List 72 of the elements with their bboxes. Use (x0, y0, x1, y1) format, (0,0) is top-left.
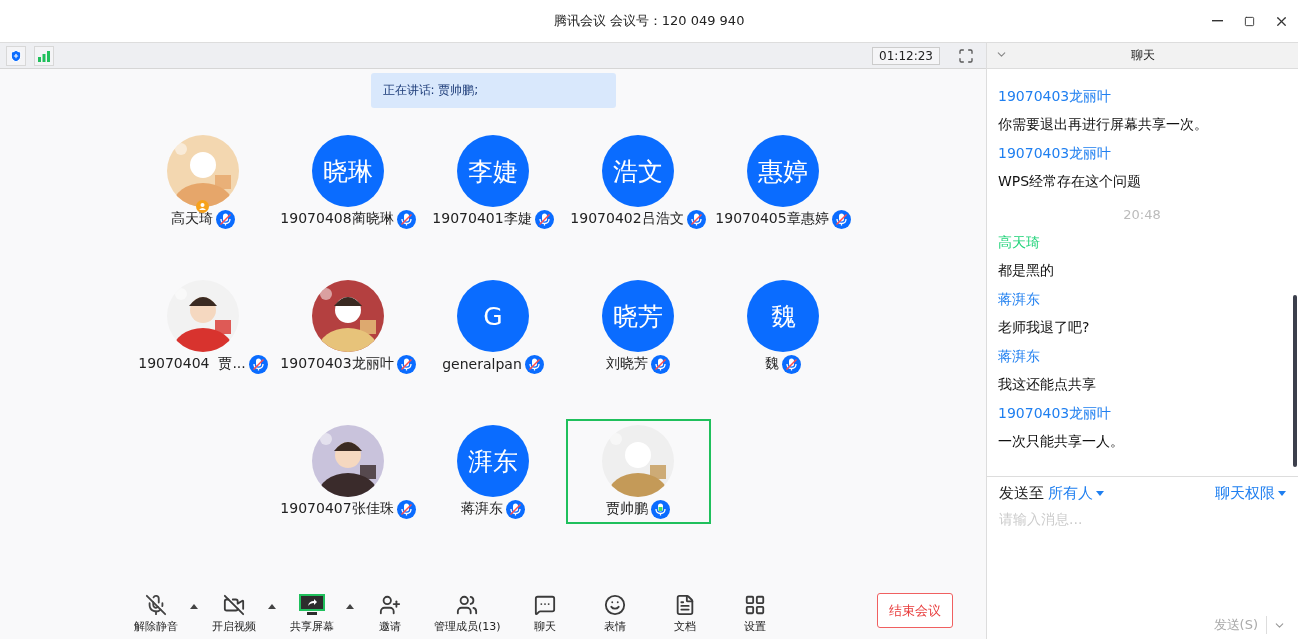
security-button[interactable] (6, 45, 26, 66)
message-text: WPS经常存在这个问题 (998, 172, 1143, 191)
participant-name: 19070401李婕 (432, 210, 532, 228)
participant-name: 刘晓芳 (606, 355, 648, 373)
add-user-icon (379, 593, 401, 616)
recipient-dropdown[interactable]: 所有人 (1048, 483, 1104, 503)
window-title: 腾讯会议 会议号：120 049 940 (553, 12, 745, 30)
message-text: 我这还能点共享 (998, 375, 1097, 394)
chat-icon (533, 593, 556, 616)
fullscreen-button[interactable] (958, 47, 974, 64)
participant-name: 19070407张佳珠 (280, 500, 394, 518)
participant-name: 19070405章惠婷 (715, 210, 829, 228)
camera-off-icon (223, 593, 245, 616)
avatar: 惠婷 (747, 135, 819, 207)
screen-share-icon (299, 593, 325, 616)
participant-name: 19070403龙丽叶 (280, 355, 394, 373)
message-sender: 蒋湃东 (998, 347, 1041, 366)
signal-icon (37, 49, 51, 62)
avatar: 湃东 (457, 425, 529, 497)
avatar: G (457, 280, 529, 352)
caret-icon (1278, 490, 1286, 496)
chat-title: 聊天 (1130, 47, 1155, 64)
participant-name: 19070408蔺晓琳 (280, 210, 394, 228)
participant-name: 贾帅鹏 (606, 500, 648, 518)
muted-mic-icon (145, 593, 167, 616)
smiley-icon (603, 593, 626, 616)
users-icon (456, 593, 479, 616)
avatar: 浩文 (602, 135, 674, 207)
message-sender: 19070403龙丽叶 (998, 87, 1113, 106)
participant-name: 蒋湃东 (461, 500, 503, 518)
send-to-label: 发送至 (999, 483, 1044, 503)
scrollbar[interactable] (1293, 295, 1297, 467)
caret-icon (268, 604, 276, 609)
toolbar-button[interactable]: 聊天 (516, 593, 573, 634)
participant-name: 魏 (765, 355, 779, 373)
message-sender: 19070403龙丽叶 (998, 144, 1113, 163)
participant-name: 高天琦 (171, 210, 213, 228)
participant-name: 19070404 贾... (138, 355, 246, 373)
message-sender: 19070403龙丽叶 (998, 404, 1113, 423)
toolbar-button[interactable]: 表情 (586, 593, 643, 634)
caret-icon (346, 604, 354, 609)
speaking-banner: 正在讲话: 贾帅鹏; (370, 73, 616, 108)
participant-name: 19070402吕浩文 (570, 210, 684, 228)
toolbar-button[interactable]: 共享屏幕 (284, 593, 340, 634)
message-text: 都是黑的 (998, 261, 1055, 280)
avatar: 李婕 (457, 135, 529, 207)
toolbar-button[interactable]: 解除静音 (128, 593, 184, 634)
settings-icon (743, 593, 766, 616)
time-separator: 20:48 (1123, 206, 1161, 224)
permissions-dropdown[interactable]: 聊天权限 (1215, 483, 1286, 503)
toolbar-button[interactable]: 文档 (656, 593, 713, 634)
message-sender: 高天琦 (998, 233, 1041, 252)
caret-icon (1096, 490, 1104, 496)
message-text: 你需要退出再进行屏幕共享一次。 (998, 115, 1209, 134)
toolbar-button[interactable]: 邀请 (362, 593, 418, 634)
participant-name: generalpan (442, 356, 522, 372)
avatar: 晓琳 (312, 135, 384, 207)
caret-icon (190, 604, 198, 609)
message-text: 一次只能共享一人。 (998, 432, 1125, 451)
end-meeting-button[interactable]: 结束会议 (877, 593, 953, 628)
avatar: 晓芳 (602, 280, 674, 352)
toolbar-button[interactable]: 管理成员(13) (432, 593, 503, 634)
minimize-icon (1211, 20, 1223, 22)
maximize-icon (1243, 15, 1255, 27)
fullscreen-icon (958, 47, 974, 64)
message-text: 老师我退了吧? (998, 318, 1091, 337)
toolbar-button[interactable]: 设置 (726, 593, 783, 634)
avatar: 魏 (747, 280, 819, 352)
toolbar-button[interactable]: 开启视频 (206, 593, 262, 634)
shield-icon (9, 48, 23, 63)
meeting-timer: 01:12:23 (872, 46, 940, 65)
message-sender: 蒋湃东 (998, 290, 1041, 309)
